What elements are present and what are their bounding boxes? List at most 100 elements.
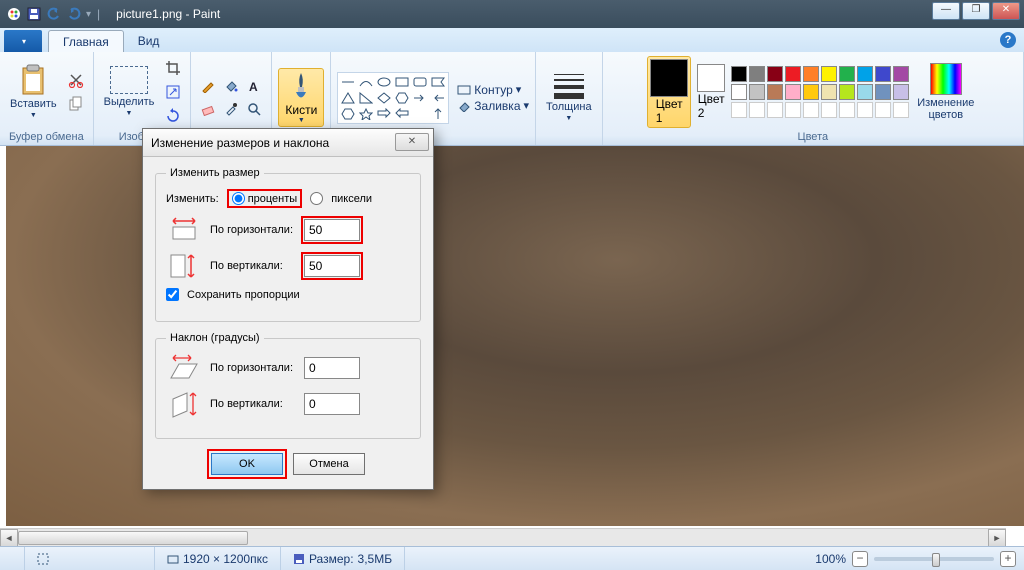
palette-color[interactable]	[749, 84, 765, 100]
skew-horizontal-icon	[166, 354, 202, 382]
palette-color[interactable]	[731, 66, 747, 82]
maximize-button[interactable]: ❐	[962, 2, 990, 20]
fill-icon[interactable]	[220, 75, 242, 97]
palette-color[interactable]	[785, 66, 801, 82]
tab-view[interactable]: Вид	[124, 30, 174, 52]
picker-icon[interactable]	[220, 98, 242, 120]
help-icon[interactable]: ?	[1000, 32, 1016, 48]
palette-empty[interactable]	[767, 102, 783, 118]
minimize-button[interactable]: —	[932, 2, 960, 20]
palette-empty[interactable]	[821, 102, 837, 118]
scroll-thumb[interactable]	[18, 531, 248, 545]
palette-empty[interactable]	[785, 102, 801, 118]
palette-color[interactable]	[839, 84, 855, 100]
palette-empty[interactable]	[839, 102, 855, 118]
resize-skew-dialog: Изменение размеров и наклона ✕ Изменить …	[142, 128, 434, 490]
shapes-gallery[interactable]	[337, 72, 449, 124]
close-button[interactable]: ✕	[992, 2, 1020, 20]
ribbon-tab-strip: Главная Вид ?	[0, 28, 1024, 52]
cut-icon[interactable]	[65, 69, 87, 91]
palette-color[interactable]	[893, 84, 909, 100]
rainbow-icon	[930, 63, 962, 95]
text-icon[interactable]: A	[243, 75, 265, 97]
palette-color[interactable]	[857, 66, 873, 82]
palette-color[interactable]	[767, 66, 783, 82]
paste-button[interactable]: Вставить ▼	[6, 62, 61, 121]
palette-color[interactable]	[731, 84, 747, 100]
title-bar: ▾ | picture1.png - Paint — ❐ ✕	[0, 0, 1024, 28]
resize-fieldset: Изменить размер Изменить: проценты пиксе…	[155, 167, 421, 322]
edit-colors-button[interactable]: Изменение цветов	[913, 61, 978, 123]
palette-color[interactable]	[785, 84, 801, 100]
thickness-button[interactable]: Толщина ▼	[542, 72, 596, 124]
percent-radio[interactable]	[232, 192, 245, 205]
shape-outline-button[interactable]: Контур ▾	[457, 83, 529, 97]
rotate-icon[interactable]	[162, 105, 184, 127]
skew-vertical-input[interactable]	[304, 393, 360, 415]
palette-color[interactable]	[857, 84, 873, 100]
clipboard-icon	[17, 64, 49, 96]
pixels-radio[interactable]	[310, 192, 323, 205]
scroll-left-arrow[interactable]: ◄	[0, 529, 18, 546]
palette-color[interactable]	[803, 66, 819, 82]
svg-text:A: A	[249, 80, 258, 93]
window-title: picture1.png - Paint	[116, 7, 220, 21]
resize-icon[interactable]	[162, 81, 184, 103]
selection-size-cell	[25, 547, 155, 570]
save-icon[interactable]	[26, 6, 42, 22]
zoom-slider[interactable]	[874, 557, 994, 561]
palette-color[interactable]	[839, 66, 855, 82]
palette-color[interactable]	[803, 84, 819, 100]
color2-button[interactable]: Цвет 2	[695, 62, 727, 122]
zoom-in-button[interactable]: +	[1000, 551, 1016, 567]
resize-vertical-input[interactable]	[304, 255, 360, 277]
zoom-out-button[interactable]: −	[852, 551, 868, 567]
group-colors: Цвет 1 Цвет 2 Изменение цветов Цвета	[603, 52, 1024, 145]
cancel-button[interactable]: Отмена	[293, 453, 365, 475]
scroll-right-arrow[interactable]: ►	[988, 529, 1006, 546]
palette-empty[interactable]	[731, 102, 747, 118]
ok-button[interactable]: OK	[211, 453, 283, 475]
skew-fieldset: Наклон (градусы) По горизонтали: По верт…	[155, 332, 421, 439]
group-thickness: Толщина ▼	[536, 52, 603, 145]
color-palette[interactable]	[731, 66, 909, 118]
dialog-close-button[interactable]: ✕	[395, 133, 429, 151]
undo-icon[interactable]	[46, 6, 62, 22]
resize-horizontal-icon	[166, 216, 202, 244]
resize-horizontal-input[interactable]	[304, 219, 360, 241]
shape-fill-button[interactable]: Заливка ▾	[457, 99, 529, 113]
palette-color[interactable]	[767, 84, 783, 100]
image-dims-cell: 1920 × 1200пкс	[155, 547, 281, 570]
horizontal-scrollbar[interactable]: ◄ ►	[0, 528, 1006, 546]
redo-icon[interactable]	[66, 6, 82, 22]
palette-color[interactable]	[875, 84, 891, 100]
copy-icon[interactable]	[65, 93, 87, 115]
palette-color[interactable]	[749, 66, 765, 82]
select-button[interactable]: Выделить ▼	[100, 64, 159, 119]
eraser-icon[interactable]	[197, 98, 219, 120]
palette-color[interactable]	[893, 66, 909, 82]
color1-button[interactable]: Цвет 1	[647, 56, 691, 128]
palette-color[interactable]	[821, 84, 837, 100]
dialog-title-bar[interactable]: Изменение размеров и наклона ✕	[143, 129, 433, 157]
skew-horizontal-input[interactable]	[304, 357, 360, 379]
palette-color[interactable]	[875, 66, 891, 82]
cursor-pos-icon	[0, 547, 25, 570]
group-clipboard: Вставить ▼ Буфер обмена	[0, 52, 94, 145]
status-bar: 1920 × 1200пкс Размер: 3,5МБ 100% − +	[0, 546, 1024, 570]
magnifier-icon[interactable]	[243, 98, 265, 120]
brushes-button[interactable]: Кисти ▼	[278, 68, 324, 127]
palette-empty[interactable]	[875, 102, 891, 118]
palette-empty[interactable]	[803, 102, 819, 118]
crop-icon[interactable]	[162, 57, 184, 79]
palette-empty[interactable]	[749, 102, 765, 118]
keep-ratio-checkbox[interactable]	[166, 288, 179, 301]
tab-main[interactable]: Главная	[48, 30, 124, 52]
pencil-icon[interactable]	[197, 75, 219, 97]
palette-color[interactable]	[821, 66, 837, 82]
select-rect-icon	[110, 66, 148, 94]
paint-app-icon	[6, 6, 22, 22]
palette-empty[interactable]	[893, 102, 909, 118]
palette-empty[interactable]	[857, 102, 873, 118]
file-menu-button[interactable]	[4, 30, 42, 52]
